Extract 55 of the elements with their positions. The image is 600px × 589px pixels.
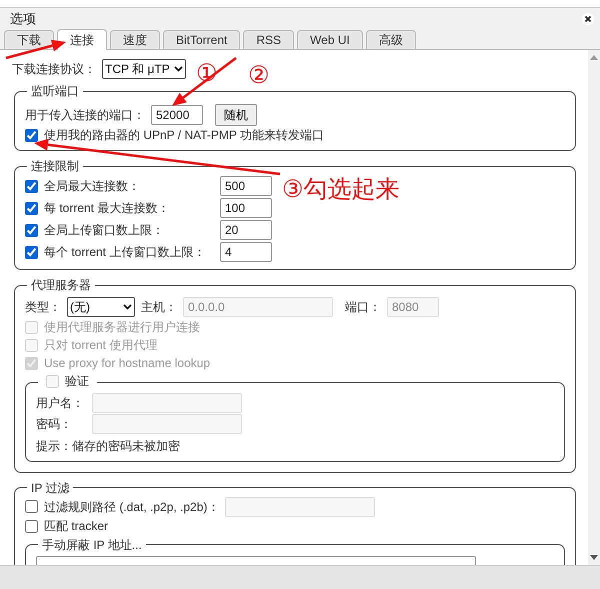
checkbox[interactable] bbox=[25, 500, 38, 513]
window-title: 选项 bbox=[10, 10, 36, 28]
caret-icon bbox=[123, 304, 132, 310]
checkbox-label: 只对 torrent 使用代理 bbox=[44, 337, 158, 354]
limit-field[interactable]: 500 bbox=[220, 176, 272, 196]
field-label: 密码： bbox=[36, 416, 73, 433]
tab[interactable]: RSS bbox=[243, 30, 294, 49]
field-label: 主机： bbox=[141, 299, 177, 316]
checkbox-label: Use proxy for hostname lookup bbox=[44, 355, 210, 372]
section-legend: IP 过滤 bbox=[31, 480, 70, 494]
checkbox[interactable] bbox=[25, 520, 38, 532]
checkbox-label: 每 torrent 最大连接数： bbox=[44, 200, 170, 217]
tab[interactable]: BitTorrent bbox=[163, 30, 240, 49]
checkbox[interactable] bbox=[25, 224, 38, 236]
proxy-type-dropdown[interactable]: (无) bbox=[67, 297, 135, 317]
section-legend: 监听端口 bbox=[31, 84, 79, 98]
annotation-arrow bbox=[172, 57, 237, 106]
protocol-dropdown[interactable]: TCP 和 μTP bbox=[102, 59, 186, 79]
checkbox-label: 全局最大连接数： bbox=[44, 178, 141, 195]
caret-icon bbox=[174, 66, 183, 72]
checkbox[interactable] bbox=[25, 246, 38, 258]
annotation-text: ③勾选起来 bbox=[282, 178, 400, 202]
limit-field[interactable]: 100 bbox=[220, 198, 272, 218]
checkbox[interactable] bbox=[25, 202, 38, 214]
limit-field[interactable]: 4 bbox=[220, 242, 272, 262]
scroll-up-icon[interactable] bbox=[590, 54, 598, 60]
tab[interactable]: 高级 bbox=[366, 30, 416, 49]
checkbox[interactable] bbox=[25, 180, 38, 192]
section-legend: 手动屏蔽 IP 地址... bbox=[42, 538, 142, 552]
checkbox-label: 使用我的路由器的 UPnP / NAT-PMP 功能来转发端口 bbox=[44, 127, 324, 144]
port-field[interactable]: 52000 bbox=[151, 105, 203, 125]
close-icon[interactable] bbox=[582, 13, 594, 25]
field-label: 用于传入连接的端口： bbox=[25, 107, 145, 124]
random-button[interactable]: 随机 bbox=[215, 104, 257, 126]
tab[interactable]: Web UI bbox=[297, 30, 363, 49]
section-legend: 验证 bbox=[65, 374, 89, 388]
field-label: 用户名： bbox=[36, 395, 85, 412]
scrollbar[interactable] bbox=[588, 50, 600, 565]
scroll-down-icon[interactable] bbox=[590, 555, 598, 561]
section-legend: 代理服务器 bbox=[31, 278, 91, 292]
tab[interactable]: 下载 bbox=[4, 30, 54, 49]
checkbox-label: 使用代理服务器进行用户连接 bbox=[44, 319, 200, 336]
section-legend: 连接限制 bbox=[31, 159, 79, 173]
field-label: 下载连接协议： bbox=[12, 61, 96, 78]
tab[interactable]: 速度 bbox=[110, 30, 160, 49]
tab[interactable]: 连接 bbox=[57, 29, 107, 50]
hint-text: 提示：储存的密码未被加密 bbox=[36, 438, 181, 454]
field-label: 端口： bbox=[345, 299, 381, 316]
checkbox-label: 匹配 tracker bbox=[44, 518, 108, 535]
checkbox[interactable] bbox=[25, 128, 38, 142]
field-label: 类型： bbox=[25, 299, 61, 316]
limit-field[interactable]: 20 bbox=[220, 220, 272, 240]
checkbox-label: 过滤规则路径 (.dat, .p2p, .p2b)： bbox=[44, 498, 220, 516]
checkbox-label: 每个 torrent 上传窗口数上限： bbox=[44, 244, 206, 261]
checkbox-label: 全局上传窗口数上限： bbox=[44, 222, 165, 239]
